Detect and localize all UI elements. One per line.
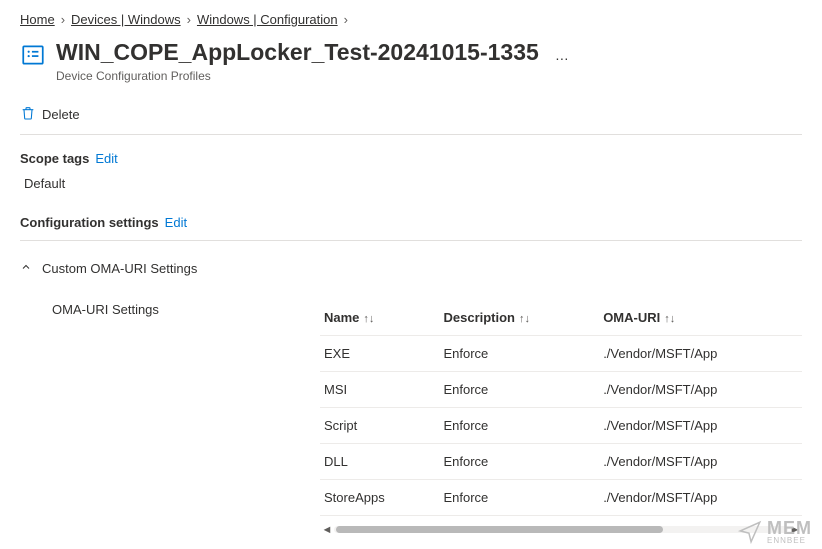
cell-omauri: ./Vendor/MSFT/App bbox=[599, 443, 802, 479]
table-row[interactable]: StoreAppsEnforce./Vendor/MSFT/App bbox=[320, 479, 802, 515]
page-subtitle: Device Configuration Profiles bbox=[56, 69, 539, 83]
profile-icon bbox=[20, 42, 46, 71]
cell-name: StoreApps bbox=[320, 479, 439, 515]
delete-button[interactable]: Delete bbox=[42, 107, 80, 122]
watermark-big: MEM bbox=[767, 519, 812, 537]
page-title: WIN_COPE_AppLocker_Test-20241015-1335 bbox=[56, 39, 539, 67]
cell-name: EXE bbox=[320, 335, 439, 371]
oma-uri-table: Name↑↓ Description↑↓ OMA-URI↑↓ EXEEnforc… bbox=[320, 302, 802, 516]
table-row[interactable]: DLLEnforce./Vendor/MSFT/App bbox=[320, 443, 802, 479]
delete-icon[interactable] bbox=[20, 105, 36, 124]
divider bbox=[20, 240, 802, 241]
command-bar: Delete bbox=[20, 105, 802, 134]
cell-description: Enforce bbox=[439, 443, 599, 479]
cell-description: Enforce bbox=[439, 407, 599, 443]
cell-omauri: ./Vendor/MSFT/App bbox=[599, 371, 802, 407]
page-header: WIN_COPE_AppLocker_Test-20241015-1335 De… bbox=[20, 39, 802, 83]
accordion-label: Custom OMA-URI Settings bbox=[42, 261, 197, 276]
more-actions-icon[interactable]: … bbox=[555, 47, 569, 63]
col-omauri[interactable]: OMA-URI↑↓ bbox=[599, 302, 802, 336]
config-settings-header: Configuration settings Edit bbox=[20, 215, 802, 230]
chevron-up-icon bbox=[20, 261, 32, 276]
oma-uri-settings: OMA-URI Settings Name↑↓ Description↑↓ OM… bbox=[20, 302, 802, 538]
cell-omauri: ./Vendor/MSFT/App bbox=[599, 407, 802, 443]
watermark-small: ENNBEE bbox=[767, 537, 812, 545]
scope-tags-title: Scope tags bbox=[20, 151, 89, 166]
cell-omauri: ./Vendor/MSFT/App bbox=[599, 479, 802, 515]
accordion-custom-omauri[interactable]: Custom OMA-URI Settings bbox=[20, 261, 802, 276]
paper-plane-icon bbox=[737, 519, 763, 545]
table-row[interactable]: MSIEnforce./Vendor/MSFT/App bbox=[320, 371, 802, 407]
scroll-thumb[interactable] bbox=[336, 526, 663, 533]
cell-omauri: ./Vendor/MSFT/App bbox=[599, 335, 802, 371]
cell-name: Script bbox=[320, 407, 439, 443]
scroll-left-icon[interactable]: ◄ bbox=[320, 524, 334, 536]
horizontal-scrollbar[interactable]: ◄ ► bbox=[320, 522, 802, 538]
breadcrumb-home[interactable]: Home bbox=[20, 12, 55, 27]
cell-description: Enforce bbox=[439, 371, 599, 407]
oma-uri-settings-label: OMA-URI Settings bbox=[52, 302, 320, 538]
chevron-right-icon: › bbox=[61, 12, 65, 27]
scope-tags-value: Default bbox=[20, 176, 802, 191]
col-description[interactable]: Description↑↓ bbox=[439, 302, 599, 336]
col-name[interactable]: Name↑↓ bbox=[320, 302, 439, 336]
table-row[interactable]: ScriptEnforce./Vendor/MSFT/App bbox=[320, 407, 802, 443]
breadcrumb-devices[interactable]: Devices | Windows bbox=[71, 12, 181, 27]
cell-description: Enforce bbox=[439, 335, 599, 371]
scope-tags-header: Scope tags Edit bbox=[20, 151, 802, 166]
scroll-track[interactable] bbox=[334, 526, 788, 533]
config-settings-edit[interactable]: Edit bbox=[165, 215, 187, 230]
watermark: MEM ENNBEE bbox=[737, 519, 812, 545]
breadcrumb-config[interactable]: Windows | Configuration bbox=[197, 12, 338, 27]
chevron-right-icon: › bbox=[344, 12, 348, 27]
cell-description: Enforce bbox=[439, 479, 599, 515]
sort-icon: ↑↓ bbox=[363, 313, 374, 325]
cell-name: MSI bbox=[320, 371, 439, 407]
cell-name: DLL bbox=[320, 443, 439, 479]
breadcrumb: Home › Devices | Windows › Windows | Con… bbox=[20, 10, 802, 35]
sort-icon: ↑↓ bbox=[519, 313, 530, 325]
divider bbox=[20, 134, 802, 135]
config-settings-title: Configuration settings bbox=[20, 215, 159, 230]
scope-tags-edit[interactable]: Edit bbox=[95, 151, 117, 166]
chevron-right-icon: › bbox=[187, 12, 191, 27]
sort-icon: ↑↓ bbox=[664, 313, 675, 325]
table-row[interactable]: EXEEnforce./Vendor/MSFT/App bbox=[320, 335, 802, 371]
